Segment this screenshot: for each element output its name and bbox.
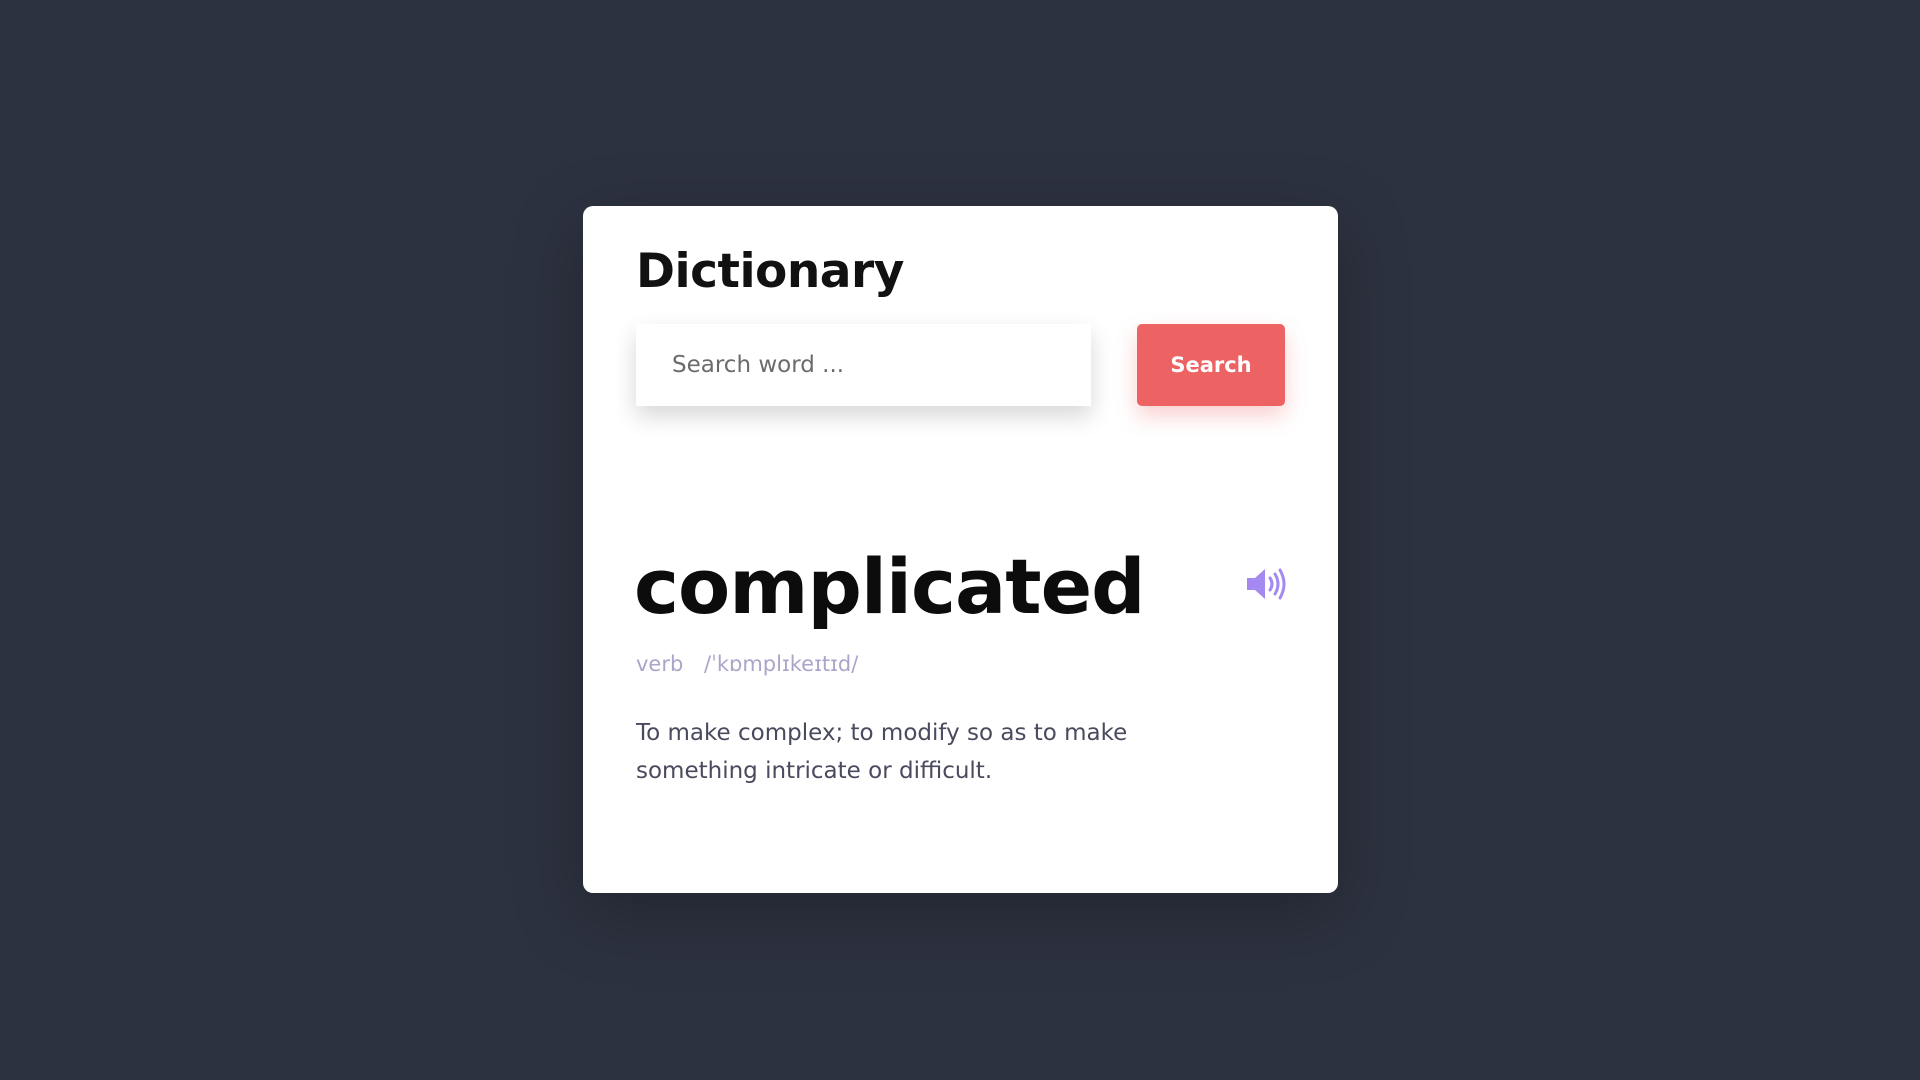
definition-text: To make complex; to modify so as to make… xyxy=(636,720,1128,784)
result-word: complicated xyxy=(634,542,1146,631)
phonetic: /ˈkɒmplɪkeɪtɪd/ xyxy=(704,652,859,676)
speaker-icon xyxy=(1247,568,1286,600)
search-button[interactable]: Search xyxy=(1137,324,1285,406)
word-meta: verb /ˈkɒmplɪkeɪtɪd/ xyxy=(636,652,858,676)
search-input[interactable] xyxy=(636,324,1091,406)
dictionary-card: Dictionary Search complicated verb /ˈkɒm… xyxy=(583,206,1338,893)
play-pronunciation-button[interactable] xyxy=(1243,562,1289,606)
part-of-speech: verb xyxy=(636,652,684,676)
app-title: Dictionary xyxy=(636,244,904,299)
